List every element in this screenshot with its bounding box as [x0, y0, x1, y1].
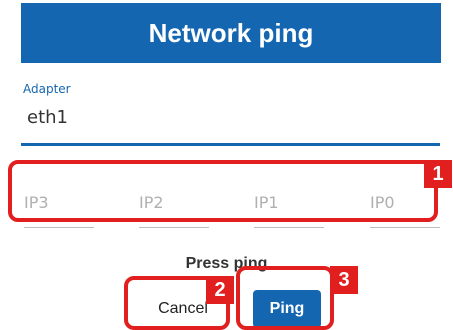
ip2-underline: [139, 227, 209, 228]
ip3-underline: [24, 227, 94, 228]
adapter-field[interactable]: eth1: [27, 107, 68, 128]
dialog-title: Network ping: [148, 17, 314, 48]
ip1-underline: [254, 227, 324, 228]
instruction-text: Press ping: [185, 255, 268, 272]
adapter-field-underline: [21, 143, 440, 146]
dialog-title-bar: Network ping: [21, 3, 441, 63]
callout-1-badge: 1: [424, 160, 452, 188]
adapter-label: Adapter: [23, 82, 71, 96]
callout-1-box: [8, 160, 438, 222]
callout-3-box: [236, 266, 334, 330]
ip0-underline: [370, 227, 440, 228]
callout-2-badge: 2: [206, 276, 234, 304]
callout-3-badge: 3: [330, 266, 358, 294]
